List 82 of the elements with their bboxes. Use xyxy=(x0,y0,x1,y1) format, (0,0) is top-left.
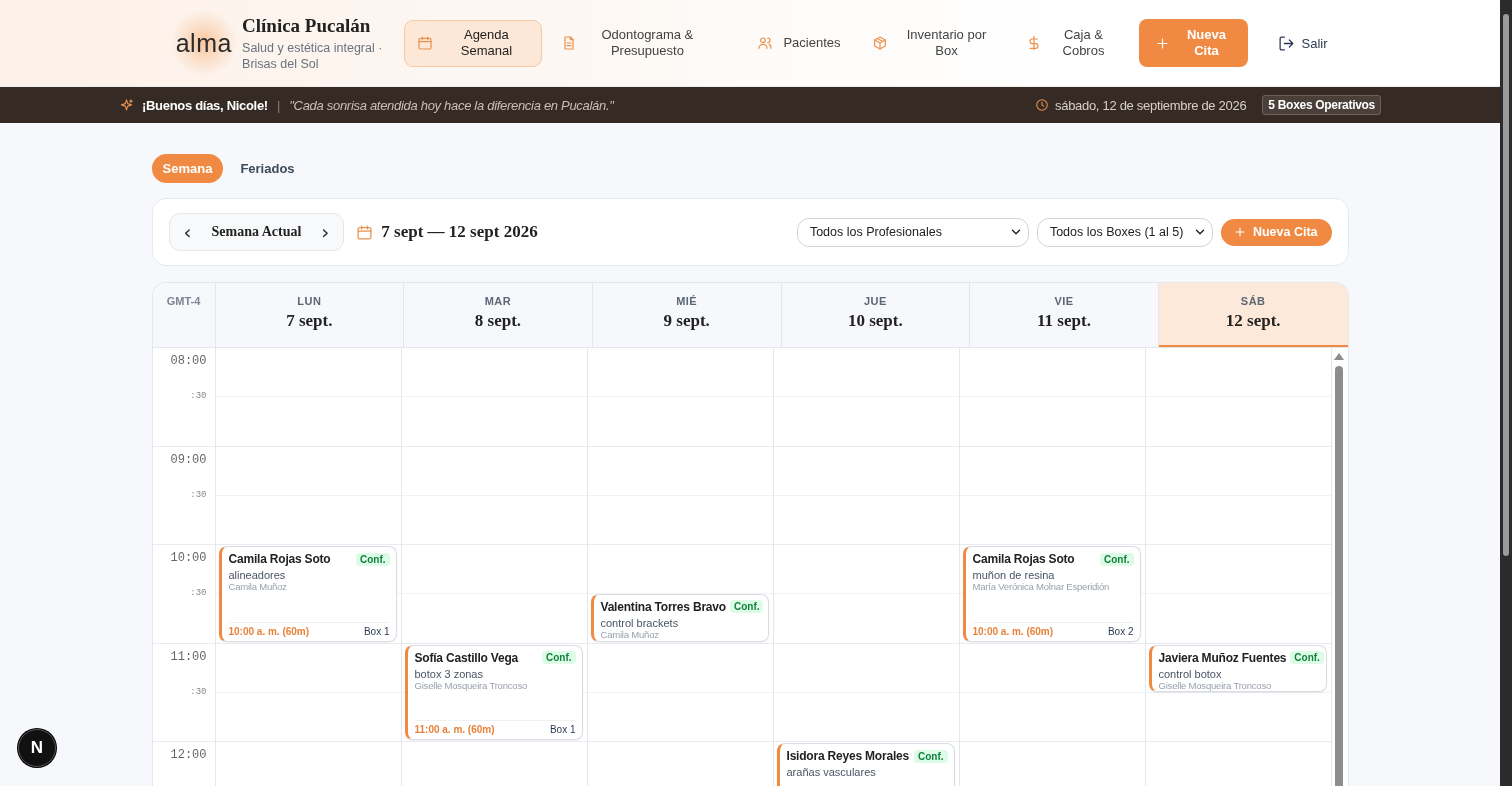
previous-week-button[interactable]: ‹ xyxy=(173,218,202,246)
appointment-time: 11:00 a. m. (60m) xyxy=(414,724,495,735)
appointment-card[interactable]: Isidora Reyes Morales Conf. arañas vasculares xyxy=(776,743,955,786)
hour-label: 08:00 xyxy=(170,354,207,368)
clinic-tagline: Salud y estética integral · Brisas del Sol xyxy=(242,39,384,72)
box-label: Box 2 xyxy=(1107,625,1134,637)
appointment-card[interactable]: Camila Rojas Soto Conf. muñon de resina María Verónica Molnar Esperidión 10:00 a. m. (60m) Box 2 xyxy=(962,546,1141,642)
status-badge: Conf. xyxy=(729,600,764,614)
status-badge: Conf. xyxy=(913,749,948,763)
next-week-button[interactable]: › xyxy=(311,218,340,246)
patient-name: Valentina Torres Bravo xyxy=(600,599,726,614)
nav-tab[interactable]: Pacientes xyxy=(744,19,854,67)
status-badge: Conf. xyxy=(355,552,390,566)
logout-button[interactable]: Salir xyxy=(1272,33,1334,53)
treatment-text: control brackets xyxy=(600,616,680,629)
professional-name: Camila Muñoz xyxy=(228,581,288,592)
plus-icon xyxy=(1232,225,1247,239)
timezone-label: GMT-4 xyxy=(166,295,201,308)
day-header[interactable]: JUE 10 sept. xyxy=(781,283,971,347)
appointment-card[interactable]: Sofía Castillo Vega Conf. botox 3 zonas Giselle Mosqueira Troncoso 11:00 a. m. (60m) Box 1 xyxy=(404,644,583,740)
clinic-name: Clínica Pucalán xyxy=(242,14,372,37)
treatment-text: muñon de resina xyxy=(972,569,1056,581)
calendar-icon xyxy=(356,223,374,241)
treatment-text: control botox xyxy=(1158,667,1223,680)
sparkle-icon xyxy=(119,97,134,113)
treatment-text: arañas vasculares xyxy=(786,766,877,778)
day-header[interactable]: MIÉ 9 sept. xyxy=(592,283,782,347)
patient-name: Isidora Reyes Morales xyxy=(786,749,910,763)
day-header[interactable]: SÁB 12 sept. xyxy=(1158,283,1348,347)
appointment-time: 10:00 a. m. (60m) xyxy=(228,625,310,637)
nav-tab[interactable]: Agenda Semanal xyxy=(404,19,543,67)
week-label: Semana Actual xyxy=(211,224,302,240)
professional-name: María Verónica Molnar Esperidión xyxy=(972,581,1111,592)
half-hour-label: :30 xyxy=(190,588,207,598)
hour-label: 12:00 xyxy=(170,748,207,762)
professional-name: Giselle Mosqueira Troncoso xyxy=(414,679,529,691)
professional-dropdown[interactable]: Todos los Profesionales xyxy=(796,217,1029,247)
page-scrollbar[interactable] xyxy=(1500,0,1512,786)
patient-name: Camila Rojas Soto xyxy=(228,552,331,566)
calendar-icon xyxy=(417,35,434,51)
clock-icon xyxy=(1035,98,1049,112)
appointment-card[interactable]: Camila Rojas Soto Conf. alineadores Camila Muñoz 10:00 a. m. (60m) Box 1 xyxy=(218,546,397,642)
nav-tab[interactable]: Inventario por Box xyxy=(859,19,1008,67)
box-label: Box 1 xyxy=(363,625,390,637)
professional-name: Camila Muñoz xyxy=(600,628,660,640)
separator: | xyxy=(276,97,281,113)
status-badge: Conf. xyxy=(1290,651,1324,664)
status-badge: Conf. xyxy=(1099,552,1134,566)
appointment-time: 10:00 a. m. (60m) xyxy=(972,625,1054,637)
box-dropdown[interactable]: Todos los Boxes (1 al 5) xyxy=(1036,217,1213,247)
day-header[interactable]: VIE 11 sept. xyxy=(970,283,1159,347)
status-badge: Conf. xyxy=(541,651,576,664)
appointment-card[interactable]: Javiera Muñoz Fuentes Conf. control botox Giselle Mosqueira Troncoso xyxy=(1148,644,1327,693)
patient-name: Camila Rojas Soto xyxy=(972,552,1075,566)
nav-tab[interactable]: Caja & Cobros xyxy=(1013,19,1128,67)
date-range: 7 sept — 12 sept 2026 xyxy=(381,222,538,242)
box-label: Box 1 xyxy=(549,724,576,735)
day-header[interactable]: LUN 7 sept. xyxy=(215,283,405,347)
half-hour-label: :30 xyxy=(190,489,207,500)
half-hour-label: :30 xyxy=(190,686,207,697)
professional-name: Giselle Mosqueira Troncoso xyxy=(1158,679,1273,691)
view-tab[interactable]: Feriados xyxy=(229,154,306,183)
greeting-text: ¡Buenos días, Nicole! xyxy=(142,97,268,113)
boxes-badge: 5 Boxes Operativos xyxy=(1262,95,1381,115)
box-icon xyxy=(872,35,889,51)
plus-icon xyxy=(1155,35,1171,51)
nav-tab[interactable]: Odontograma & Presupuesto xyxy=(548,19,721,67)
hour-label: 11:00 xyxy=(170,649,207,664)
patient-name: Javiera Muñoz Fuentes xyxy=(1158,650,1287,665)
logout-icon xyxy=(1278,34,1296,52)
treatment-text: alineadores xyxy=(228,569,287,581)
dev-indicator-button[interactable]: N xyxy=(18,729,56,767)
half-hour-label: :30 xyxy=(190,391,207,401)
current-date: sábado, 12 de septiembre de 2026 xyxy=(1055,97,1247,113)
users-icon xyxy=(757,35,774,51)
patient-name: Sofía Castillo Vega xyxy=(414,650,519,665)
hour-label: 09:00 xyxy=(170,452,207,467)
appointment-card[interactable]: Valentina Torres Bravo Conf. control brackets Camila Muñoz xyxy=(590,593,769,642)
treatment-text: botox 3 zonas xyxy=(414,667,484,680)
hour-label: 10:00 xyxy=(170,551,207,565)
day-header[interactable]: MAR 8 sept. xyxy=(404,283,593,347)
quote-text: "Cada sonrisa atendida hoy hace la diferencia en Pucalán." xyxy=(289,97,614,113)
